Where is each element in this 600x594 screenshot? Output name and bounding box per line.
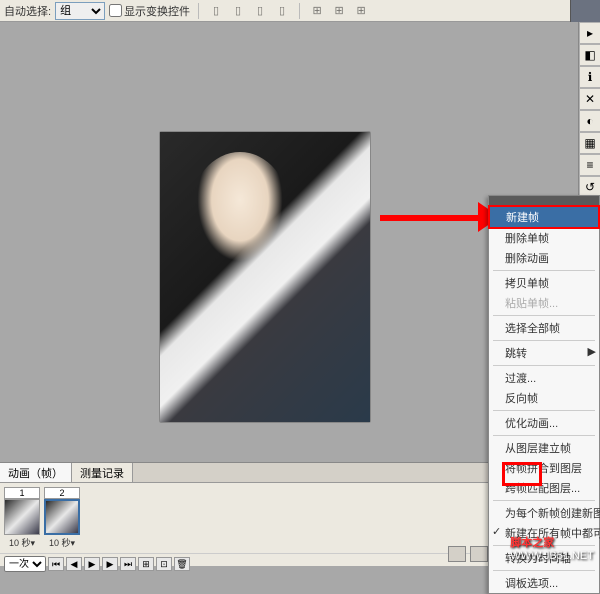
prev-frame-button[interactable]: ◀: [66, 557, 82, 571]
menu-item[interactable]: 删除单帧: [489, 228, 599, 248]
color-icon[interactable]: ◐: [579, 110, 600, 132]
tab-animation[interactable]: 动画（帧）: [0, 463, 72, 482]
menu-item[interactable]: 优化动画...: [489, 413, 599, 433]
menu-corner: [570, 0, 600, 22]
watermark: 脚本之家 WWW.JB51.NET: [510, 534, 594, 562]
next-frame-button[interactable]: ▶: [102, 557, 118, 571]
layers-icon[interactable]: ≡: [579, 154, 600, 176]
tool-icon[interactable]: ✕: [579, 88, 600, 110]
nav-icon[interactable]: ◧: [579, 44, 600, 66]
separator: [198, 3, 199, 19]
status-icon: [448, 546, 466, 562]
loop-select[interactable]: 一次: [4, 556, 46, 572]
menu-item[interactable]: 反向帧: [489, 388, 599, 408]
distribute-icon[interactable]: ⊞: [330, 2, 348, 20]
first-frame-button[interactable]: ⏮: [48, 557, 64, 571]
align-icon[interactable]: ▯: [229, 2, 247, 20]
play-button[interactable]: ▶: [84, 557, 100, 571]
new-frame-button[interactable]: ⊡: [156, 557, 172, 571]
align-icon[interactable]: ▯: [207, 2, 225, 20]
menu-item[interactable]: 从图层建立帧: [489, 438, 599, 458]
panel-toggle-icon[interactable]: ▸: [579, 22, 600, 44]
menu-item[interactable]: 为每个新帧创建新图层: [489, 503, 599, 523]
frame-thumbnail[interactable]: 210 秒▾: [44, 487, 80, 549]
align-icon[interactable]: ▯: [273, 2, 291, 20]
tab-measurement[interactable]: 测量记录: [72, 463, 133, 482]
align-icon[interactable]: ▯: [251, 2, 269, 20]
menu-item[interactable]: 跳转▶: [489, 343, 599, 363]
menu-item[interactable]: 拷贝单帧: [489, 273, 599, 293]
status-icon: [470, 546, 488, 562]
menu-item[interactable]: 选择全部帧: [489, 318, 599, 338]
menu-item: 粘贴单帧...: [489, 293, 599, 313]
last-frame-button[interactable]: ⏭: [120, 557, 136, 571]
separator: [299, 3, 300, 19]
menu-item[interactable]: 删除动画: [489, 248, 599, 268]
frame-thumbnail[interactable]: 110 秒▾: [4, 487, 40, 549]
auto-select-label: 自动选择:: [4, 3, 51, 19]
delete-frame-button[interactable]: 🗑: [174, 557, 190, 571]
menu-item[interactable]: 新建帧: [488, 205, 600, 229]
auto-select-dropdown[interactable]: 组: [55, 2, 105, 20]
transform-checkbox[interactable]: 显示变换控件: [109, 3, 190, 19]
photo-canvas[interactable]: [160, 132, 370, 422]
annotation-arrow: [380, 202, 500, 232]
swatch-icon[interactable]: ▦: [579, 132, 600, 154]
menu-item[interactable]: 调板选项...: [489, 573, 599, 593]
distribute-icon[interactable]: ⊞: [352, 2, 370, 20]
checkbox-icon[interactable]: [109, 4, 122, 17]
annotation-highlight: [502, 462, 542, 486]
distribute-icon[interactable]: ⊞: [308, 2, 326, 20]
info-icon[interactable]: ℹ: [579, 66, 600, 88]
tween-button[interactable]: ⊞: [138, 557, 154, 571]
menu-item[interactable]: 过渡...: [489, 368, 599, 388]
options-toolbar: 自动选择: 组 显示变换控件 ▯ ▯ ▯ ▯ ⊞ ⊞ ⊞: [0, 0, 600, 22]
